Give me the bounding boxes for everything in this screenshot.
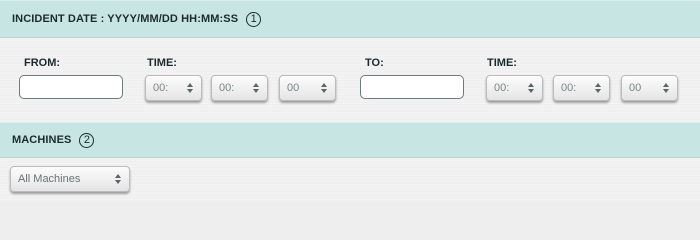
from-minute-select[interactable]: 00:	[211, 75, 268, 101]
from-second-select[interactable]: 00	[279, 75, 336, 101]
incident-date-title: INCIDENT DATE : YYYY/MM/DD HH:MM:SS	[12, 13, 239, 25]
to-second-select[interactable]: 00	[621, 75, 678, 101]
from-hour-value: 00:	[153, 82, 169, 94]
to-hour-value: 00:	[494, 82, 510, 94]
machines-title: MACHINES	[12, 134, 72, 146]
to-minute-select[interactable]: 00:	[553, 75, 610, 101]
to-minute-value: 00:	[561, 82, 577, 94]
updown-arrows-icon	[249, 83, 263, 93]
incident-date-header: INCIDENT DATE : YYYY/MM/DD HH:MM:SS 1	[0, 0, 700, 38]
machines-select[interactable]: All Machines	[10, 166, 130, 192]
updown-arrows-icon	[317, 83, 331, 93]
from-label: FROM:	[24, 57, 61, 69]
from-minute-value: 00:	[219, 82, 235, 94]
to-label: TO:	[365, 57, 384, 69]
incident-date-panel: FROM: TIME: 00: 00: 00 TO: TIME: 00: 00:…	[0, 38, 700, 122]
to-date-input[interactable]	[360, 75, 464, 99]
to-time-label: TIME:	[487, 57, 517, 69]
updown-arrows-icon	[183, 83, 197, 93]
from-hour-select[interactable]: 00:	[145, 75, 202, 101]
updown-arrows-icon	[591, 83, 605, 93]
from-time-label: TIME:	[147, 57, 177, 69]
from-second-value: 00	[287, 82, 300, 94]
updown-arrows-icon	[111, 174, 125, 184]
to-hour-select[interactable]: 00:	[486, 75, 543, 101]
machines-panel: All Machines	[0, 158, 700, 202]
updown-arrows-icon	[524, 83, 538, 93]
machines-header: MACHINES 2	[0, 122, 700, 158]
updown-arrows-icon	[659, 83, 673, 93]
to-second-value: 00	[629, 82, 642, 94]
step-1-badge: 1	[246, 11, 262, 27]
step-2-badge: 2	[79, 132, 95, 148]
machines-selected-value: All Machines	[18, 173, 81, 185]
from-date-input[interactable]	[19, 75, 123, 99]
